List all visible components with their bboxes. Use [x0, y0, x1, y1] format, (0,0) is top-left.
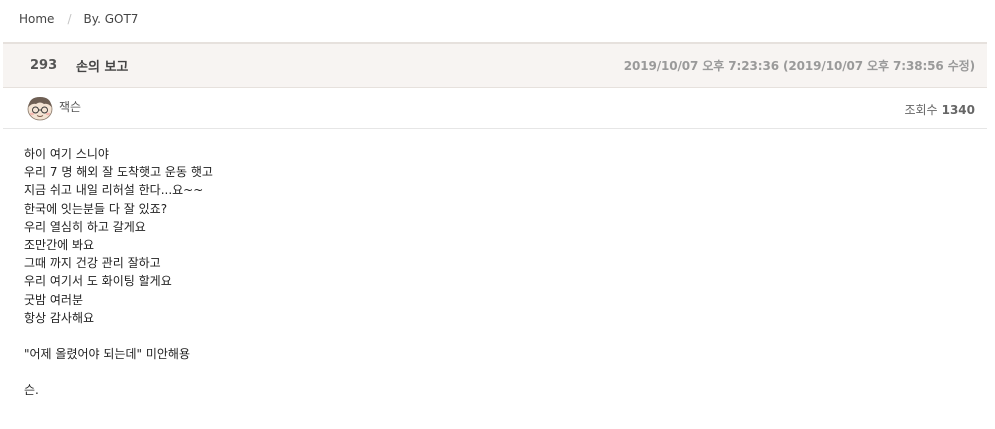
- body-line: 한국에 잇는분들 다 잘 있죠?: [24, 201, 168, 216]
- post-date: 2019/10/07 오후 7:23:36 (2019/10/07 오후 7:3…: [623, 59, 975, 73]
- body-blank-line: [24, 363, 964, 381]
- body-line: 우리 열심히 하고 갈게요: [24, 219, 146, 234]
- view-count: 조회수 1340: [904, 101, 975, 118]
- body-line: "어제 올렸어야 되는데" 미안해용: [24, 347, 191, 362]
- body-line: 우리 7 명 해외 잘 도착햇고 운동 햇고: [24, 165, 213, 180]
- post-body: 하이 여기 스니야 우리 7 명 해외 잘 도착햇고 운동 햇고 지금 쉬고 내…: [24, 145, 964, 400]
- author-name[interactable]: 잭슨: [59, 98, 81, 115]
- breadcrumb-current-link[interactable]: By. GOT7: [83, 12, 138, 26]
- body-line: 하이 여기 스니야: [24, 147, 109, 161]
- view-count-label: 조회수: [904, 103, 938, 117]
- body-blank-line: [24, 327, 964, 345]
- post-header: 293 손의 보고 2019/10/07 오후 7:23:36 (2019/10…: [3, 42, 987, 88]
- post-number: 293: [30, 58, 58, 73]
- body-signature: 슨.: [24, 383, 39, 398]
- avatar-face-icon[interactable]: [26, 95, 54, 121]
- author-bar: 잭슨 조회수 1340: [3, 89, 987, 129]
- body-line: 그때 까지 건강 관리 잘하고: [24, 256, 161, 271]
- breadcrumb-separator: /: [67, 12, 72, 26]
- view-count-value: 1340: [941, 103, 975, 117]
- breadcrumb-home-link[interactable]: Home: [19, 12, 54, 26]
- body-line: 항상 감사해요: [24, 310, 95, 325]
- body-line: 우리 여기서 도 화이팅 할게요: [24, 274, 172, 289]
- breadcrumb: Home / By. GOT7: [19, 9, 138, 29]
- body-line: 지금 쉬고 내일 리허설 한다...요~~: [24, 183, 204, 198]
- body-line: 조만간에 봐요: [24, 237, 95, 252]
- post-title: 손의 보고: [76, 60, 129, 75]
- body-line: 굿밤 여러분: [24, 292, 84, 307]
